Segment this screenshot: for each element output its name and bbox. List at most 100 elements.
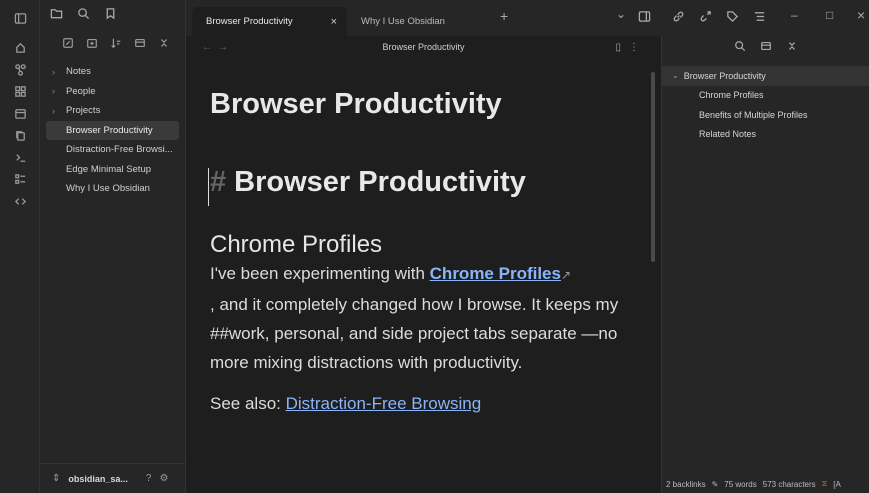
tree-item-label: People (66, 85, 96, 97)
chevron-right-icon: › (52, 105, 55, 116)
chrome-profiles-link[interactable]: Chrome Profiles (430, 264, 561, 283)
window-close-icon[interactable]: × (857, 7, 865, 23)
home-icon[interactable] (0, 36, 40, 58)
chevron-down-icon[interactable]: ⌄ (616, 7, 626, 21)
settings-icon[interactable]: ⚙ (159, 473, 168, 484)
outline-icon[interactable] (753, 10, 766, 26)
search-icon[interactable] (734, 40, 746, 55)
tree-item-label: Why I Use Obsidian (66, 183, 150, 195)
outgoing-link-icon[interactable] (699, 10, 712, 26)
list-icon[interactable] (0, 168, 40, 190)
tree-item-label: Browser Productivity (66, 124, 153, 136)
word-count: 75 words (724, 479, 757, 489)
tag-icon[interactable] (726, 10, 739, 26)
reading-view-icon[interactable]: ▯ (615, 42, 629, 53)
calendar-icon[interactable] (0, 102, 40, 124)
tree-file-edge-minimal[interactable]: Edge Minimal Setup (46, 160, 179, 180)
tab-bar: Browser Productivity × Why I Use Obsidia… (186, 0, 869, 36)
maximize-icon[interactable]: □ (826, 8, 833, 22)
tree-file-distraction-free[interactable]: Distraction-Free Browsi... (46, 140, 179, 160)
sidebar-right-toggle-icon[interactable] (638, 10, 651, 26)
code-icon[interactable] (0, 190, 40, 212)
status-extra: [A (833, 479, 841, 489)
outline-item-label: Browser Productivity (683, 70, 766, 81)
text-cursor (208, 168, 209, 206)
vault-switcher[interactable]: ⇕ obsidian_sa... ? ⚙ (40, 463, 186, 493)
see-also-label: See also: (210, 394, 286, 413)
help-icon[interactable]: ? (146, 473, 152, 484)
tab-label: Browser Productivity (206, 16, 293, 27)
vault-name: obsidian_sa... (68, 473, 128, 484)
tab-why-i-use-obsidian[interactable]: Why I Use Obsidian (347, 7, 487, 36)
more-options-icon[interactable]: ⋮ (629, 42, 647, 53)
backlinks-count[interactable]: 2 backlinks (666, 480, 706, 489)
new-folder-icon[interactable] (86, 37, 98, 52)
sidebar-top-bar (40, 0, 185, 30)
outline: ⌄ Browser Productivity Chrome Profiles Be… (662, 66, 869, 144)
outline-item[interactable]: Benefits of Multiple Profiles (662, 105, 869, 125)
paragraph[interactable]: I've been experimenting with Chrome Prof… (210, 259, 650, 377)
heading-1[interactable]: # Browser Productivity (208, 166, 661, 206)
editor-header: ←→ Browser Productivity ▯⋮ (186, 36, 661, 58)
sidebar-toggle-icon[interactable] (0, 0, 40, 36)
minimize-icon[interactable]: – (791, 8, 798, 22)
link-icon[interactable] (672, 10, 685, 26)
tree-item-label: Edge Minimal Setup (66, 163, 152, 175)
new-note-icon[interactable] (62, 37, 74, 52)
left-sidebar: › Notes › People › Projects Browser Product… (40, 0, 186, 493)
file-tree: › Notes › People › Projects Browser Product… (40, 58, 185, 199)
see-also[interactable]: See also: Distraction-Free Browsing (210, 394, 661, 414)
terminal-icon[interactable] (0, 146, 40, 168)
folder-icon[interactable] (50, 7, 63, 23)
tree-file-browser-productivity[interactable]: Browser Productivity (46, 120, 179, 140)
outline-item[interactable]: ⌄ Browser Productivity (662, 66, 869, 86)
close-icon[interactable] (158, 37, 170, 52)
new-tab-icon[interactable]: + (500, 8, 508, 24)
character-count: 573 characters (762, 479, 816, 489)
paragraph-text: I've been experimenting with (210, 264, 430, 283)
collapse-all-icon[interactable] (760, 40, 772, 55)
outline-item[interactable]: Related Notes (662, 125, 869, 145)
note-content[interactable]: Browser Productivity # Browser Productivi… (186, 88, 661, 414)
tree-folder-notes[interactable]: › Notes (46, 62, 179, 82)
editor-actions: ▯⋮ (615, 42, 647, 53)
close-icon[interactable]: × (331, 16, 337, 28)
tree-folder-projects[interactable]: › Projects (46, 101, 179, 121)
note-title[interactable]: Browser Productivity (210, 88, 661, 121)
outline-item[interactable]: Chrome Profiles (662, 86, 869, 106)
chevron-right-icon: › (52, 66, 55, 77)
search-icon[interactable] (77, 7, 90, 23)
copy-icon[interactable] (0, 124, 40, 146)
tree-folder-people[interactable]: › People (46, 82, 179, 102)
heading-2[interactable]: Chrome Profiles (210, 231, 661, 259)
tree-item-label: Notes (66, 66, 91, 78)
pencil-icon[interactable]: ✎ (712, 480, 719, 489)
distraction-free-link[interactable]: Distraction-Free Browsing (286, 394, 482, 413)
editor-header-title[interactable]: Browser Productivity (382, 42, 464, 52)
tree-item-label: Distraction-Free Browsi... (66, 144, 173, 156)
chevron-right-icon: › (52, 86, 55, 97)
expand-icon[interactable] (786, 40, 798, 55)
status-bar: 2 backlinks ✎ 75 words 573 characters ⧖ … (662, 475, 869, 493)
heading-1-text: Browser Productivity (234, 166, 526, 198)
external-link-icon: ↗ (560, 268, 572, 282)
graph-icon[interactable] (0, 58, 40, 80)
heading-marker: # (210, 166, 227, 198)
nav-buttons[interactable]: ←→ (202, 42, 234, 53)
paragraph-text: , and it completely changed how I browse… (210, 295, 619, 372)
right-sidebar: ⌄ Browser Productivity Chrome Profiles Be… (661, 36, 869, 493)
vault-chevron-icon: ⇕ (52, 473, 61, 484)
tree-file-why-obsidian[interactable]: Why I Use Obsidian (46, 179, 179, 199)
sort-icon[interactable] (110, 37, 122, 52)
tab-label: Why I Use Obsidian (361, 16, 445, 27)
forward-arrow-icon[interactable]: → (218, 42, 234, 53)
sync-error-icon[interactable]: ⧖ (822, 479, 828, 489)
editor-pane: ←→ Browser Productivity ▯⋮ Browser Produ… (186, 36, 661, 493)
tree-item-label: Projects (66, 105, 101, 117)
back-arrow-icon[interactable]: ← (202, 42, 218, 53)
bookmark-icon[interactable] (104, 7, 117, 23)
canvas-icon[interactable] (0, 80, 40, 102)
chevron-down-icon[interactable]: ⌄ (672, 71, 679, 80)
collapse-icon[interactable] (134, 37, 146, 52)
tab-browser-productivity[interactable]: Browser Productivity × (192, 7, 347, 36)
